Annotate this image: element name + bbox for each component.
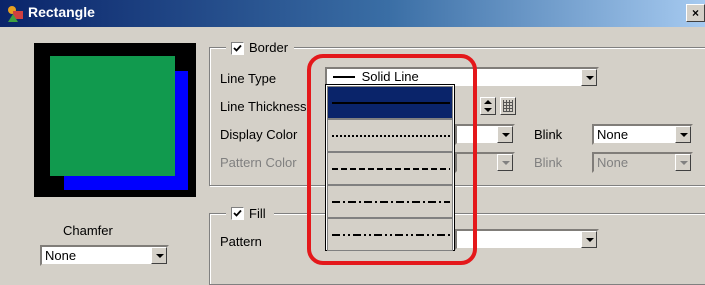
chevron-down-icon[interactable] [581, 231, 597, 248]
title-bar: Rectangle × [0, 0, 705, 27]
shape-preview [34, 43, 196, 197]
pattern-blink-value: None [597, 155, 629, 170]
grid-icon[interactable] [500, 97, 516, 115]
chevron-down-icon[interactable] [151, 247, 167, 264]
checkmark-icon [233, 209, 242, 217]
blink-label: Blink [534, 127, 563, 142]
thickness-spinner[interactable] [480, 97, 496, 115]
chevron-down-icon[interactable] [675, 154, 691, 171]
display-color-label: Display Color [220, 127, 298, 142]
blink-select[interactable]: None [592, 124, 693, 145]
pattern-color-label: Pattern Color [220, 155, 297, 170]
shapes-icon [8, 6, 23, 22]
chevron-down-icon[interactable] [675, 126, 691, 143]
chevron-down-icon[interactable] [581, 69, 597, 86]
pattern-label: Pattern [220, 234, 262, 249]
fill-checkbox[interactable] [231, 207, 244, 220]
chevron-down-icon[interactable] [497, 126, 513, 143]
chamfer-select[interactable]: None [40, 245, 169, 266]
checkmark-icon [233, 44, 242, 52]
chamfer-label: Chamfer [63, 223, 113, 238]
window-title: Rectangle [28, 4, 95, 20]
blink-value: None [597, 127, 629, 142]
pattern-blink-label: Blink [534, 155, 563, 170]
chamfer-value: None [45, 248, 77, 263]
pattern-blink-select[interactable]: None [592, 152, 693, 173]
line-thickness-label: Line Thickness [220, 99, 307, 114]
chevron-down-icon[interactable] [497, 154, 513, 171]
preview-rectangle [50, 56, 175, 176]
close-button[interactable]: × [686, 4, 705, 22]
border-checkbox-label: Border [249, 40, 289, 55]
highlight-annotation [307, 54, 477, 265]
fill-checkbox-label: Fill [249, 206, 266, 221]
border-checkbox[interactable] [231, 42, 244, 55]
line-type-label: Line Type [220, 71, 277, 86]
